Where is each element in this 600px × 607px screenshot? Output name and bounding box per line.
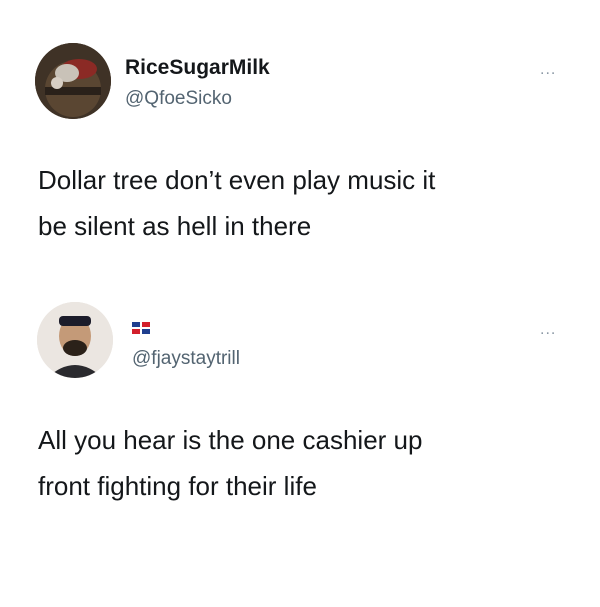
display-name[interactable]: RiceSugarMilk: [125, 56, 270, 80]
tweet-text-line: be silent as hell in there: [38, 211, 312, 241]
tweet-1: RiceSugarMilk @QfoeSicko ... Dollar tree…: [0, 0, 600, 280]
dominican-republic-flag-icon: [132, 322, 150, 334]
tweet-text-line: front fighting for their life: [38, 471, 317, 501]
profile-photo-icon: [37, 302, 113, 378]
more-options-icon[interactable]: ...: [540, 322, 556, 338]
handle[interactable]: @QfoeSicko: [125, 88, 232, 110]
avatar[interactable]: [37, 302, 113, 378]
avatar[interactable]: [35, 43, 111, 119]
handle[interactable]: @fjaystaytrill: [132, 348, 240, 370]
profile-photo-icon: [35, 43, 111, 119]
tweet-text-line: All you hear is the one cashier up: [38, 425, 423, 455]
tweet-2: @fjaystaytrill ... All you hear is the o…: [0, 280, 600, 607]
tweet-text-line: Dollar tree don’t even play music it: [38, 165, 436, 195]
more-options-icon[interactable]: ...: [540, 62, 556, 78]
